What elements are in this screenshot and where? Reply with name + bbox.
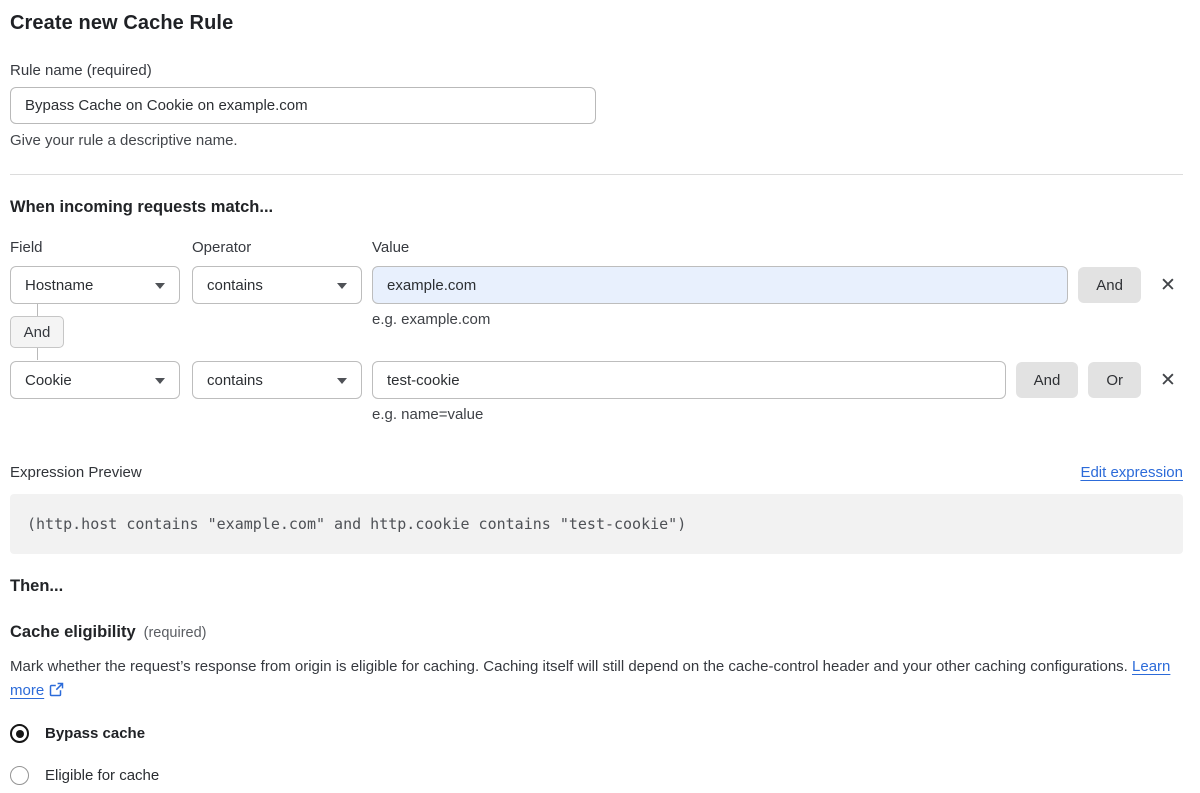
- radio-label: Bypass cache: [45, 725, 146, 742]
- operator-column-label: Operator: [192, 239, 252, 256]
- expression-preview-label: Expression Preview: [10, 464, 142, 481]
- or-button-row-2[interactable]: Or: [1088, 362, 1141, 398]
- operator-select-2-value: contains: [207, 371, 263, 389]
- description-text: Mark whether the request’s response from…: [10, 658, 1128, 675]
- connector-line: [36, 304, 38, 316]
- radio-selected-icon[interactable]: [10, 724, 29, 743]
- chevron-down-icon: [337, 283, 347, 289]
- rule-name-helper: Give your rule a descriptive name.: [10, 132, 238, 149]
- chevron-down-icon: [155, 378, 165, 384]
- chevron-down-icon: [155, 283, 165, 289]
- edit-expression-link[interactable]: Edit expression: [1080, 464, 1183, 481]
- and-button-row-1[interactable]: And: [1078, 267, 1141, 303]
- external-link-icon: [49, 681, 64, 705]
- connector-line: [36, 348, 38, 360]
- then-heading: Then...: [10, 577, 64, 595]
- radio-option-bypass-cache[interactable]: Bypass cache: [10, 724, 1183, 743]
- value-input-1[interactable]: [372, 266, 1069, 304]
- required-note: (required): [143, 625, 207, 641]
- field-column-label: Field: [10, 239, 43, 256]
- and-connector-button[interactable]: And: [10, 316, 64, 348]
- condition-row-2: Cookie contains And Or ✕: [10, 361, 1183, 399]
- page-title: Create new Cache Rule: [10, 12, 234, 34]
- operator-select-1[interactable]: contains: [192, 266, 362, 304]
- radio-option-eligible-for-cache[interactable]: Eligible for cache: [10, 766, 1183, 785]
- operator-select-2[interactable]: contains: [192, 361, 362, 399]
- value-column-label: Value: [372, 239, 410, 256]
- rule-name-label: Rule name (required): [10, 62, 152, 79]
- field-select-2-value: Cookie: [25, 371, 72, 389]
- match-heading: When incoming requests match...: [10, 198, 274, 216]
- expression-code-block: (http.host contains "example.com" and ht…: [10, 494, 1183, 554]
- chevron-down-icon: [337, 378, 347, 384]
- section-divider: [10, 174, 1183, 175]
- rule-name-input[interactable]: [10, 87, 596, 124]
- remove-condition-icon[interactable]: ✕: [1155, 370, 1181, 390]
- expression-preview-header: Expression Preview Edit expression: [10, 464, 1183, 481]
- field-select-1[interactable]: Hostname: [10, 266, 180, 304]
- remove-condition-icon[interactable]: ✕: [1155, 275, 1181, 295]
- operator-select-1-value: contains: [207, 276, 263, 294]
- cache-eligibility-description: Mark whether the request’s response from…: [10, 655, 1175, 705]
- field-select-1-value: Hostname: [25, 276, 94, 294]
- cache-eligibility-heading-row: Cache eligibility (required): [10, 623, 1183, 642]
- create-cache-rule-form: Create new Cache Rule Rule name (require…: [0, 0, 1200, 785]
- value-input-2[interactable]: [372, 361, 1006, 399]
- condition-connector: And: [10, 304, 64, 360]
- value-hint-1: e.g. example.com: [372, 311, 491, 328]
- value-hint-2: e.g. name=value: [372, 406, 484, 423]
- and-button-row-2[interactable]: And: [1015, 362, 1079, 398]
- condition-column-labels: Field Operator Value: [10, 239, 1183, 256]
- field-select-2[interactable]: Cookie: [10, 361, 180, 399]
- radio-unselected-icon[interactable]: [10, 766, 29, 785]
- radio-label: Eligible for cache: [45, 767, 160, 784]
- condition-row-1: Hostname contains And ✕: [10, 266, 1183, 304]
- condition-connector-row: And e.g. example.com: [10, 304, 1183, 361]
- cache-eligibility-heading: Cache eligibility: [10, 623, 136, 641]
